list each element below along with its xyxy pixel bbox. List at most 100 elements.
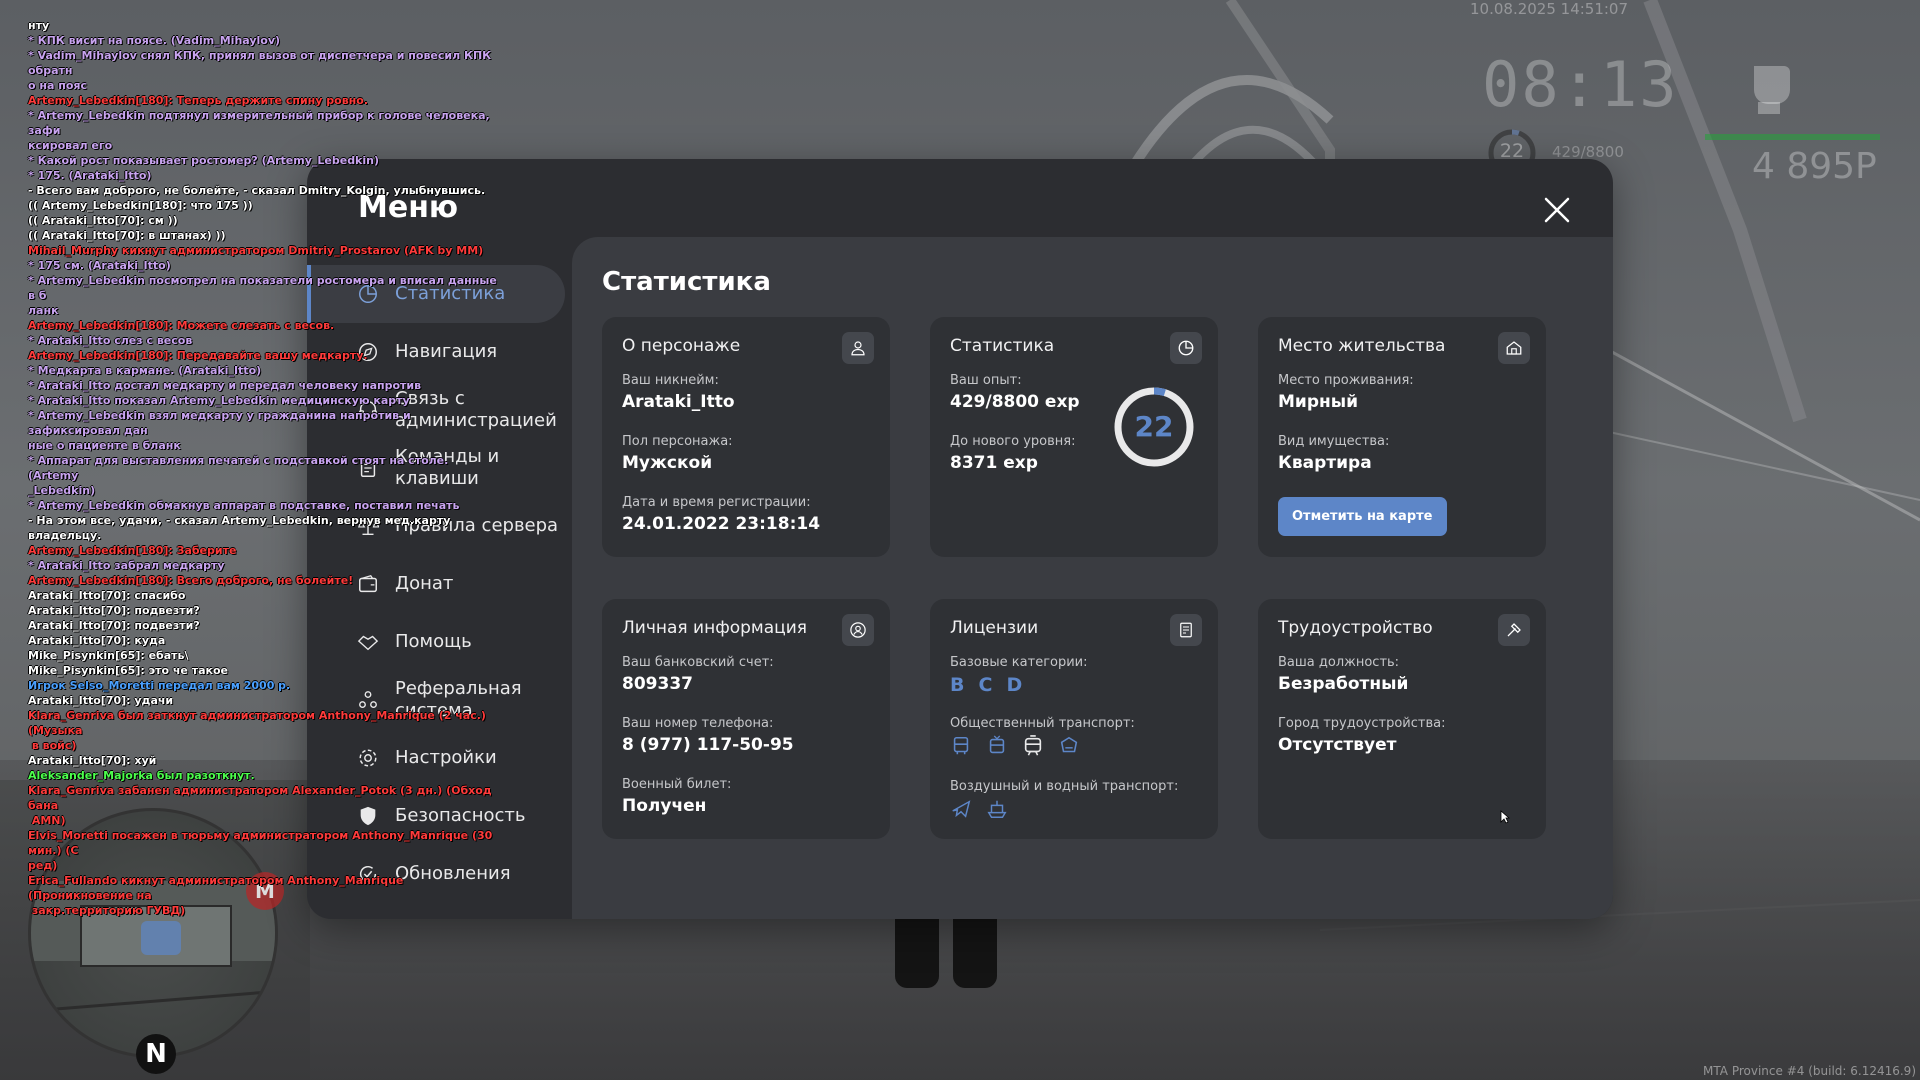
hud-clock: 08:13 [1482, 48, 1679, 121]
chat-line: Arataki_Itto[70]: подвезти? [28, 604, 200, 617]
card-title: О персонаже [622, 336, 741, 356]
property-type-value: Квартира [1278, 453, 1372, 473]
chat-line: * Vadim_Mihaylov снял КПК, принял вызов … [28, 49, 492, 92]
card-title: Статистика [950, 336, 1055, 356]
phone-value: 8 (977) 117-50-95 [622, 735, 794, 755]
license-category: D [1006, 674, 1023, 696]
chat-line: * Arataki_Itto достал медкарту и передал… [28, 379, 422, 392]
chat-line: Erica_Fullando кикнут администратором An… [28, 874, 404, 917]
mouse-cursor [1500, 810, 1510, 824]
radar-north: N [136, 1034, 176, 1074]
chat-line: нту [28, 19, 50, 32]
card-statistics: Статистика Ваш опыт: 429/8800 exp До нов… [930, 317, 1218, 557]
content-area: Статистика О персонаже Ваш никнейм: Arat… [572, 237, 1613, 919]
bus-icon [953, 736, 969, 755]
card-icon-button [1170, 332, 1202, 364]
chat-line: Mike_Pisynkin[65]: это че такое [28, 664, 228, 677]
card-icon-button [1498, 332, 1530, 364]
field-label: Воздушный и водный транспорт: [950, 779, 1179, 794]
chat-line: * Artemy_Lebedkin подтянул измерительный… [28, 109, 490, 152]
card-residence: Место жительства Место проживания: Мирны… [1258, 317, 1546, 557]
card-title: Трудоустройство [1278, 618, 1433, 638]
user-circle-icon [850, 622, 866, 638]
chat-line: Aleksander_Majorka был разоткнут. [28, 769, 255, 782]
card-title: Личная информация [622, 618, 808, 638]
plane-icon [952, 800, 971, 818]
license-category: C [978, 674, 993, 696]
chat-log: нту * КПК висит на поясе. (Vadim_Mihaylov… [28, 18, 498, 918]
mark-on-map-button[interactable]: Отметить на карте [1278, 497, 1447, 536]
hud-date: 10.08.2025 14:51:07 [1470, 0, 1629, 18]
gender-value: Мужской [622, 453, 713, 473]
chat-line: Mihail_Murphy кикнут администратором Dmi… [28, 244, 484, 257]
job-city-value: Отсутствует [1278, 735, 1397, 755]
chat-line: * Аппарат для выставления печатей с подс… [28, 454, 449, 497]
nickname-value: Arataki_Itto [622, 392, 735, 412]
player-character [895, 918, 1015, 988]
field-label: Вид имущества: [1278, 434, 1390, 449]
residence-place-value: Мирный [1278, 392, 1359, 412]
chat-line: * КПК висит на поясе. (Vadim_Mihaylov) [28, 34, 281, 47]
chat-line: Arataki_Itto[70]: подвезти? [28, 619, 200, 632]
chat-line: Artemy_Lebedkin[180]: Можете слезать с в… [28, 319, 335, 332]
chat-line: * Artemy_Lebedkin посмотрел на показател… [28, 274, 497, 317]
card-title: Лицензии [950, 618, 1039, 638]
field-label: Военный билет: [622, 777, 732, 792]
chat-line: Klara_Genriva забанен администратором Al… [28, 784, 492, 827]
chat-line: Artemy_Lebedkin[180]: Всего доброго, не … [28, 574, 354, 587]
card-personal: Личная информация Ваш банковский счет: 8… [602, 599, 890, 839]
chat-line: Elvis_Moretti посажен в тюрьму администр… [28, 829, 493, 872]
tram-icon [1024, 735, 1042, 756]
bank-account-value: 809337 [622, 674, 693, 694]
public-transport-licenses [950, 735, 1198, 757]
chat-line: * Arataki_Itto показал Artemy_Lebedkin м… [28, 394, 410, 407]
chat-line: * 175 см. (Arataki_Itto) [28, 259, 171, 272]
home-icon [1506, 341, 1522, 355]
pie-chart-icon [1178, 340, 1194, 356]
license-icon [1180, 622, 1192, 638]
chat-line: Mike_Pisynkin[65]: ебать\ [28, 649, 189, 662]
card-employment: Трудоустройство Ваша должность: Безработ… [1258, 599, 1546, 839]
chat-line: (( Arataki_Itto[70]: см )) [28, 214, 178, 227]
chat-line: (( Arataki_Itto[70]: в штанах) )) [28, 229, 226, 242]
chat-line: Игрок Selso_Moretti передал вам 2000 р. [28, 679, 291, 692]
license-category: B [950, 674, 965, 696]
field-label: Ваша должность: [1278, 655, 1400, 670]
chat-line: * 175. (Arataki_Itto) [28, 169, 152, 182]
card-icon-button [842, 332, 874, 364]
chat-line: Artemy_Lebedkin[180]: Передавайте вашу м… [28, 349, 368, 362]
chat-line: Artemy_Lebedkin[180]: Заберите [28, 544, 237, 557]
hammer-icon [1507, 623, 1521, 637]
trolleybus-icon [989, 735, 1005, 754]
registration-value: 24.01.2022 23:18:14 [622, 514, 821, 534]
license-categories: B C D [950, 674, 1198, 696]
field-label: Базовые категории: [950, 655, 1088, 670]
chat-line: * Arataki_Itto забрал медкарту [28, 559, 225, 572]
card-icon-button [1170, 614, 1202, 646]
field-label: Общественный транспорт: [950, 716, 1135, 731]
chat-line: * Artemy_Lebedkin обмакнув аппарат в под… [28, 499, 460, 512]
field-label: Место проживания: [1278, 373, 1414, 388]
field-label: Ваш номер телефона: [622, 716, 774, 731]
hud-health-bar [1705, 134, 1880, 140]
chat-line: - На этом все, удачи, - сказал Artemy_Le… [28, 514, 455, 542]
chat-line: Arataki_Itto[70]: хуй [28, 754, 157, 767]
hud-money: 4 895Р [1752, 146, 1877, 187]
chat-line: Arataki_Itto[70]: спасибо [28, 589, 186, 602]
field-label: Ваш банковский счет: [622, 655, 774, 670]
field-label: Дата и время регистрации: [622, 495, 811, 510]
close-icon[interactable] [1541, 194, 1573, 226]
card-icon-button [842, 614, 874, 646]
content-title: Статистика [602, 267, 771, 297]
job-position-value: Безработный [1278, 674, 1409, 694]
menu-window: Меню Статистика Навигация Связь с админи… [307, 159, 1613, 919]
metro-icon [1060, 736, 1078, 753]
user-icon [851, 341, 865, 356]
chat-line: Klara_Genriva был заткнут администраторо… [28, 709, 486, 752]
card-licenses: Лицензии Базовые категории: B C D Общест… [930, 599, 1218, 839]
build-info: MTA Province #4 (build: 6.12416.9) [1703, 1064, 1916, 1078]
boat-icon [987, 800, 1007, 818]
air-water-licenses [950, 798, 1198, 820]
military-id-value: Получен [622, 796, 707, 816]
chat-line: Arataki_Itto[70]: куда [28, 634, 166, 647]
